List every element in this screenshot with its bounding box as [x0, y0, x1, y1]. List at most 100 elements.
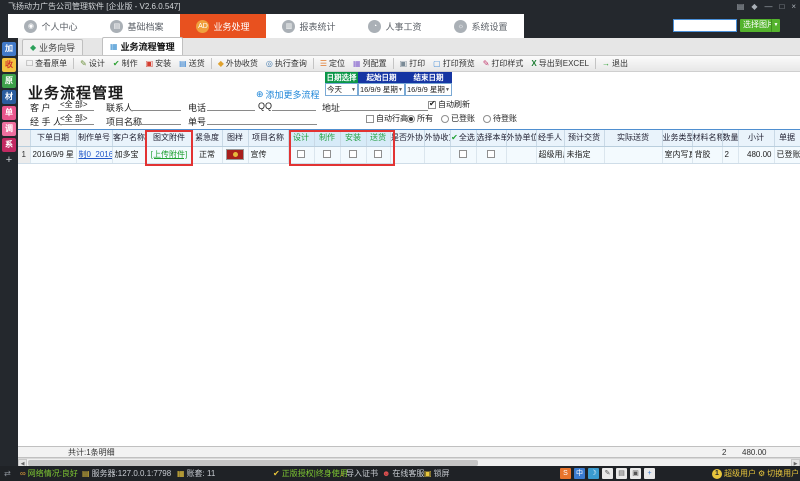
- close-button[interactable]: ×: [791, 0, 796, 14]
- nav-item-system-settings[interactable]: ☼ 系统设置: [438, 14, 524, 38]
- auto-row-height-option[interactable]: 自动行高: [366, 113, 408, 124]
- tab-business-wizard[interactable]: ◆ 业务向导: [22, 39, 83, 55]
- contact-field[interactable]: [131, 99, 181, 111]
- run-query-button[interactable]: ◎执行查询: [262, 56, 311, 72]
- swap-icon[interactable]: ⇄: [4, 466, 11, 481]
- current-user[interactable]: 1 超级用户: [712, 466, 756, 481]
- ime-board-icon[interactable]: ▣: [630, 468, 641, 479]
- date-quick-select[interactable]: 今天 ▼: [325, 83, 358, 96]
- col-header-actual-delivery[interactable]: 实际送货: [604, 130, 662, 146]
- horizontal-scrollbar[interactable]: ◀ ▶: [18, 458, 800, 466]
- col-header-order-no[interactable]: 制作单号: [76, 130, 112, 146]
- maximize-button[interactable]: □: [779, 0, 784, 14]
- outsource-receive-button[interactable]: ◆外协收货: [214, 56, 262, 72]
- sample-image-thumbnail[interactable]: [226, 149, 244, 160]
- radio-registered[interactable]: 已登账: [441, 113, 475, 124]
- export-excel-button[interactable]: X导出到EXCEL: [527, 56, 593, 72]
- online-service-button[interactable]: ☻ 在线客服: [382, 466, 424, 481]
- deliver-button[interactable]: ▤送货: [175, 56, 209, 72]
- locate-button[interactable]: ☰定位: [316, 56, 349, 72]
- project-field[interactable]: [131, 113, 181, 125]
- import-certificate-button[interactable]: ↓ 导入证书: [340, 466, 378, 481]
- order-no-field[interactable]: [207, 113, 317, 125]
- radio-all[interactable]: 所有: [407, 113, 433, 124]
- col-header-material[interactable]: 材料名称: [692, 130, 722, 146]
- date-end-select[interactable]: 16/9/9 星期 ▼: [405, 83, 452, 96]
- view-original-order-button[interactable]: ☐查看原单: [22, 56, 71, 72]
- col-header-is-outsourced[interactable]: 是否外协: [390, 130, 424, 146]
- produce-checkbox[interactable]: [323, 150, 331, 158]
- install-checkbox[interactable]: [349, 150, 357, 158]
- side-tab-dan[interactable]: 单: [2, 106, 16, 120]
- customer-field[interactable]: <全 部>: [58, 99, 94, 111]
- col-header-deliver[interactable]: 送货: [366, 130, 390, 146]
- col-header-quantity[interactable]: 数量: [722, 130, 738, 146]
- side-tab-diao[interactable]: 调: [2, 122, 16, 136]
- col-header-install[interactable]: 安装: [340, 130, 366, 146]
- col-header-business-type[interactable]: 业务类型: [662, 130, 692, 146]
- col-header-outsource-unit[interactable]: 外协单位: [506, 130, 536, 146]
- col-header-produce[interactable]: 制作: [314, 130, 340, 146]
- image-search-input[interactable]: [673, 19, 737, 32]
- print-style-button[interactable]: ✎打印样式: [479, 56, 528, 72]
- nav-item-report-statistics[interactable]: ▥ 报表统计: [266, 14, 352, 38]
- col-header-handler[interactable]: 经手人: [536, 130, 564, 146]
- col-header-doc-status[interactable]: 单据: [774, 130, 800, 146]
- ime-pen-icon[interactable]: ✎: [602, 468, 613, 479]
- col-header-estimated-delivery[interactable]: 预计交货: [564, 130, 604, 146]
- nav-item-business-processing[interactable]: AD 业务处理: [180, 14, 266, 38]
- tab-business-process-management[interactable]: ▦ 业务流程管理: [102, 37, 183, 55]
- design-button[interactable]: ✎设计: [76, 56, 109, 72]
- ime-logo-icon[interactable]: S: [560, 468, 571, 479]
- nav-item-hr-payroll[interactable]: ◔ 人事工资: [352, 14, 438, 38]
- phone-field[interactable]: [207, 99, 255, 111]
- col-header-sample[interactable]: 图样: [222, 130, 248, 146]
- design-checkbox[interactable]: [297, 150, 305, 158]
- print-button[interactable]: ▣打印: [396, 56, 430, 72]
- date-start-select[interactable]: 16/9/9 星期 ▼: [358, 83, 405, 96]
- handler-field[interactable]: <全 部>: [58, 113, 94, 125]
- col-header-design[interactable]: 设计: [288, 130, 314, 146]
- qq-field[interactable]: [272, 99, 316, 111]
- side-tab-yuan[interactable]: 原: [2, 74, 16, 88]
- pick-image-dropdown[interactable]: ▼: [771, 19, 780, 32]
- radio-pending[interactable]: 待登账: [483, 113, 517, 124]
- nav-item-personal-center[interactable]: ◉ 个人中心: [8, 14, 94, 38]
- auto-refresh-checkbox[interactable]: [428, 101, 436, 109]
- col-header-order-date[interactable]: 下单日期: [30, 130, 76, 146]
- side-tab-xi[interactable]: 系: [2, 138, 16, 152]
- col-header-select-order[interactable]: 选择本单: [476, 130, 506, 146]
- minimize-button[interactable]: —: [764, 0, 772, 14]
- column-config-button[interactable]: ▦列配置: [349, 56, 391, 72]
- deliver-checkbox[interactable]: [374, 150, 382, 158]
- print-preview-button[interactable]: ▢打印预览: [429, 56, 479, 72]
- ime-tools-icon[interactable]: +: [644, 468, 655, 479]
- lock-screen-button[interactable]: ▣ 锁屏: [424, 466, 450, 481]
- install-button[interactable]: ▣安装: [142, 56, 176, 72]
- ime-keyboard-icon[interactable]: ▤: [616, 468, 627, 479]
- input-method-tray[interactable]: S 中 ☽ ✎ ▤ ▣ +: [560, 466, 656, 481]
- select-all-checkbox[interactable]: [459, 150, 467, 158]
- table-row[interactable]: 1 2016/9/9 星 制0_201609090003 加多宝 [上传附件] …: [18, 146, 800, 163]
- ime-mode-icon[interactable]: ☽: [588, 468, 599, 479]
- col-header-subtotal[interactable]: 小计: [738, 130, 774, 146]
- auto-refresh-option[interactable]: 自动刷新: [428, 99, 470, 110]
- skin-icon[interactable]: ◆: [751, 0, 757, 14]
- col-header-project[interactable]: 项目名称: [248, 130, 288, 146]
- col-header-customer[interactable]: 客户名称: [112, 130, 146, 146]
- exit-button[interactable]: →退出: [598, 56, 632, 72]
- add-quick-tab-button[interactable]: +: [6, 154, 12, 167]
- col-header-attachment[interactable]: 图文附件: [146, 130, 192, 146]
- col-header-urgency[interactable]: 紧急度: [192, 130, 222, 146]
- col-header-outsource-receive[interactable]: 外协收货: [424, 130, 450, 146]
- address-field[interactable]: [340, 99, 428, 111]
- copy-icon[interactable]: ▤: [737, 0, 745, 14]
- side-tab-jia[interactable]: 加: [2, 42, 16, 56]
- produce-button[interactable]: ✔制作: [109, 56, 142, 72]
- switch-user-button[interactable]: ⚙ 切换用户: [758, 466, 799, 481]
- side-tab-cai[interactable]: 材: [2, 90, 16, 104]
- upload-attachment-link[interactable]: [上传附件]: [151, 150, 187, 159]
- auto-row-height-checkbox[interactable]: [366, 115, 374, 123]
- side-tab-shou[interactable]: 收: [2, 58, 16, 72]
- select-order-checkbox[interactable]: [487, 150, 495, 158]
